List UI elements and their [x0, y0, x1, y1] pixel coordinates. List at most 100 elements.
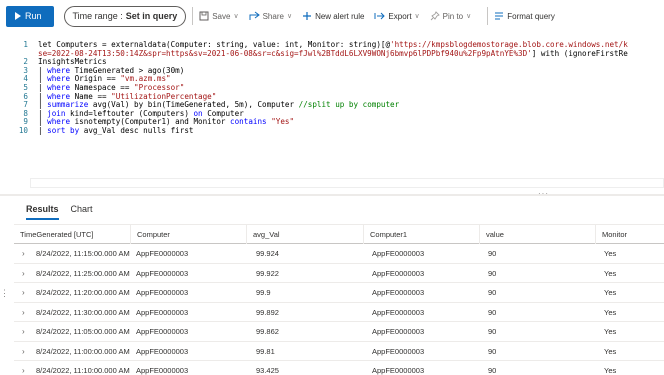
column-header-value[interactable]: value	[479, 225, 595, 244]
column-header-computer[interactable]: Computer	[130, 225, 246, 244]
results-grid: TimeGenerated [UTC] Computer avg_Val Com…	[14, 224, 664, 375]
tab-results[interactable]: Results	[26, 204, 59, 220]
chevron-down-icon: ∨	[466, 13, 472, 20]
code-token: "Yes"	[271, 117, 295, 127]
table-cell: 90	[488, 249, 497, 258]
code-text: | sort by avg_Val desc nulls first	[38, 126, 194, 136]
table-cell: AppFE0000003	[136, 366, 189, 375]
table-cell: Yes	[604, 288, 617, 297]
table-cell: 8/24/2022, 11:15:00.000 AM	[36, 249, 130, 258]
plus-icon	[303, 12, 312, 20]
new-alert-label: New alert rule	[315, 11, 365, 21]
table-cell: AppFE0000003	[136, 249, 189, 258]
table-cell: AppFE0000003	[136, 346, 189, 356]
chevron-right-icon[interactable]: ›	[22, 342, 25, 361]
editor-results-splitter[interactable]	[0, 194, 664, 196]
format-label: Format query	[507, 11, 555, 21]
table-cell: AppFE0000003	[136, 268, 189, 278]
table-cell: Yes	[604, 307, 617, 317]
export-label: Export	[388, 11, 412, 21]
table-cell: 8/24/2022, 11:20:00.000 AM	[36, 288, 130, 297]
code-token: se=2022-08-24T13:50:14Z&spr=https&sv=202…	[38, 48, 532, 58]
table-cell: 90	[488, 346, 497, 356]
run-label: Run	[25, 11, 42, 21]
table-row[interactable]: › 8/24/2022, 11:20:00.000 AM AppFE0000003 9…	[14, 283, 664, 303]
table-row[interactable]: › 8/24/2022, 11:30:00.000 AM AppFE0000003 9…	[14, 303, 664, 322]
column-header-timegenerated[interactable]: TimeGenerated [UTC]	[14, 225, 130, 244]
column-header-computer1[interactable]: Computer1	[363, 225, 479, 244]
grid-header: TimeGenerated [UTC] Computer avg_Val Com…	[14, 224, 664, 244]
share-button[interactable]: Share ∨	[249, 11, 292, 21]
table-row[interactable]: › 8/24/2022, 11:25:00.000 AM AppFE0000003 9…	[14, 264, 664, 283]
table-cell: Yes	[604, 268, 617, 278]
chevron-down-icon: ∨	[233, 13, 239, 20]
table-cell: 90	[488, 307, 497, 317]
column-header-monitor[interactable]: Monitor	[595, 225, 664, 244]
format-query-button[interactable]: Format query	[494, 11, 555, 21]
chevron-down-icon: ∨	[286, 13, 293, 20]
save-button[interactable]: Save ∨	[199, 11, 239, 21]
pin-label: Pin to	[442, 11, 464, 21]
table-row[interactable]: › 8/24/2022, 11:00:00.000 AM AppFE0000003 9…	[14, 342, 664, 361]
chevron-right-icon[interactable]: ›	[22, 322, 25, 341]
time-range-button[interactable]: Time range : Set in query	[63, 5, 187, 27]
table-row[interactable]: › 8/24/2022, 11:15:00.000 AM AppFE0000003 9…	[14, 244, 664, 264]
table-cell: AppFE0000003	[372, 366, 425, 375]
code-token: ] with (ignoreFirstRe	[531, 48, 628, 58]
table-cell: 99.892	[256, 307, 279, 317]
table-cell: 8/24/2022, 11:30:00.000 AM	[36, 307, 130, 317]
code-token: sort by	[47, 126, 80, 135]
table-cell: AppFE0000003	[372, 346, 425, 356]
table-cell: AppFE0000003	[372, 288, 425, 297]
table-cell: AppFE0000003	[136, 307, 189, 317]
share-icon	[249, 11, 260, 20]
save-icon	[199, 11, 209, 21]
run-button[interactable]: Run	[6, 5, 54, 27]
chevron-right-icon[interactable]: ›	[22, 303, 25, 322]
current-line-highlight	[30, 178, 664, 188]
tab-chart[interactable]: Chart	[71, 204, 93, 220]
table-cell: 90	[488, 366, 497, 375]
table-cell: 99.9	[256, 288, 271, 297]
table-cell: AppFE0000003	[372, 327, 425, 336]
table-cell: AppFE0000003	[372, 249, 425, 258]
code-token: contains	[230, 117, 267, 127]
code-token: //split up by computer	[298, 100, 400, 110]
toolbar-divider	[487, 7, 489, 25]
table-cell: 99.924	[256, 249, 279, 258]
export-button[interactable]: Export ∨	[374, 11, 420, 21]
table-cell: AppFE0000003	[372, 307, 425, 317]
table-cell: 90	[488, 288, 497, 297]
query-editor[interactable]: 1 let Computers = externaldata(Computer: …	[0, 36, 664, 194]
table-cell: 99.862	[256, 327, 279, 336]
table-cell: 8/24/2022, 11:00:00.000 AM	[36, 346, 130, 356]
play-icon	[15, 12, 21, 20]
format-icon	[495, 12, 504, 20]
table-row[interactable]: › 8/24/2022, 11:10:00.000 AM AppFE0000003 9…	[14, 361, 664, 375]
chevron-right-icon[interactable]: ›	[22, 283, 25, 302]
chevron-down-icon: ∨	[414, 13, 420, 20]
pin-to-button[interactable]: Pin to ∨	[430, 11, 472, 21]
code-token: avg_Val desc nulls first	[79, 126, 194, 135]
table-row[interactable]: › 8/24/2022, 11:05:00.000 AM AppFE0000003 9…	[14, 322, 664, 342]
table-cell: 8/24/2022, 11:25:00.000 AM	[36, 268, 130, 278]
table-cell: AppFE0000003	[136, 288, 189, 297]
time-range-value: Set in query	[125, 11, 178, 21]
toolbar-divider	[192, 7, 194, 25]
panel-edge-handle[interactable]: ⋮	[0, 288, 9, 299]
table-cell: Yes	[604, 366, 617, 375]
table-cell: 99.81	[256, 346, 275, 356]
table-cell: 90	[488, 268, 497, 278]
code-token: |	[38, 126, 48, 135]
query-toolbar: Run Time range : Set in query Save ∨ Sha…	[0, 0, 664, 32]
table-cell: Yes	[604, 346, 617, 356]
chevron-right-icon[interactable]: ›	[22, 264, 25, 283]
column-header-avg-val[interactable]: avg_Val	[246, 225, 363, 244]
table-cell: 8/24/2022, 11:05:00.000 AM	[36, 327, 130, 336]
line-number: 10	[18, 126, 28, 135]
chevron-right-icon[interactable]: ›	[22, 361, 25, 375]
grid-body: › 8/24/2022, 11:15:00.000 AM AppFE0000003 9…	[14, 244, 664, 375]
time-range-prefix: Time range :	[72, 11, 123, 21]
chevron-right-icon[interactable]: ›	[22, 244, 25, 263]
new-alert-rule-button[interactable]: New alert rule	[302, 11, 364, 21]
